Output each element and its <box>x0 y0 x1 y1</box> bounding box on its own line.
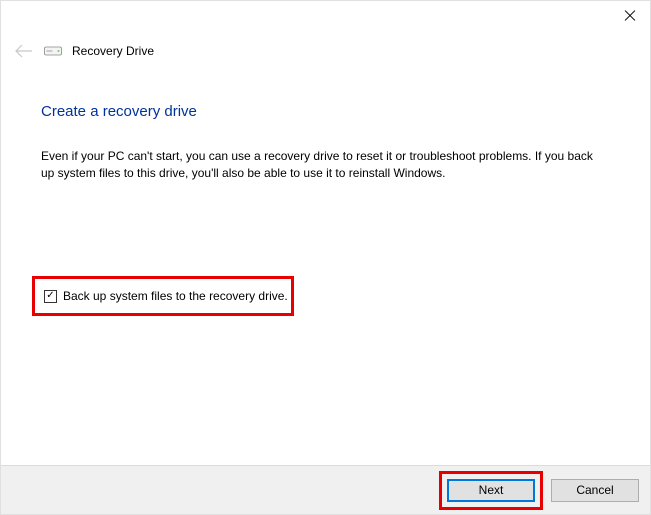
page-heading: Create a recovery drive <box>41 103 605 120</box>
page-description: Even if your PC can't start, you can use… <box>41 148 596 183</box>
titlebar <box>1 1 650 31</box>
footer-bar: Next Cancel <box>1 465 650 514</box>
backup-checkbox-row[interactable]: ✓ Back up system files to the recovery d… <box>32 276 294 316</box>
next-button-highlight: Next <box>439 471 543 510</box>
close-icon[interactable] <box>624 10 636 22</box>
backup-checkbox[interactable]: ✓ <box>44 290 57 303</box>
backup-checkbox-label: Back up system files to the recovery dri… <box>63 289 288 303</box>
wizard-header: Recovery Drive <box>1 31 650 61</box>
back-arrow-icon <box>14 41 34 61</box>
cancel-button[interactable]: Cancel <box>551 479 639 502</box>
drive-icon <box>44 45 62 57</box>
next-button[interactable]: Next <box>447 479 535 502</box>
content-area: Create a recovery drive Even if your PC … <box>1 61 650 183</box>
wizard-title: Recovery Drive <box>72 44 154 58</box>
recovery-drive-wizard: Recovery Drive Create a recovery drive E… <box>0 0 651 515</box>
